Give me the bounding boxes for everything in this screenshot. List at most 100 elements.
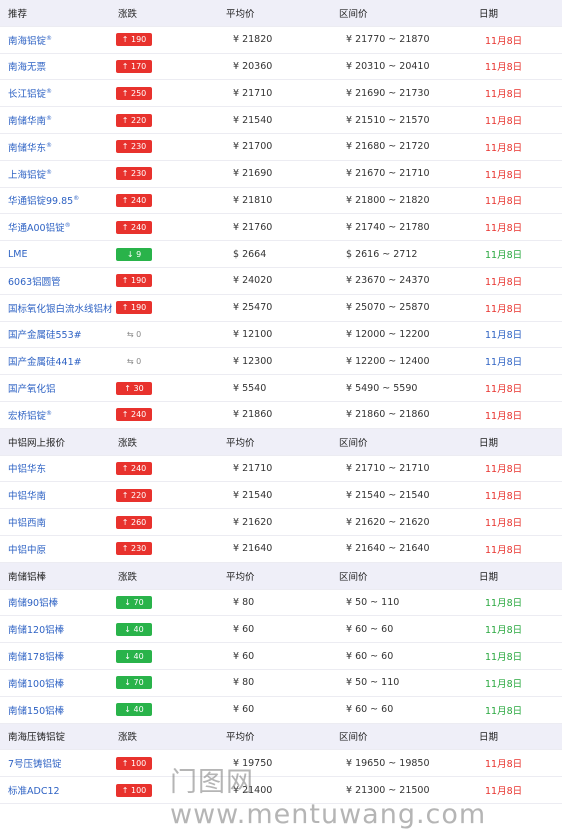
registered-mark: ® — [73, 195, 80, 203]
date-cell: 11月8日 — [485, 491, 523, 503]
avg-price: ¥ 24020 — [233, 275, 273, 287]
table-row[interactable]: 7号压铸铝锭 ↑ 100 ¥ 19750 ¥ 19650 ~ 19850 11月8日 — [0, 750, 562, 778]
product-link[interactable]: 中铝华南 — [8, 491, 46, 502]
price-range: ¥ 50 ~ 110 — [346, 596, 400, 608]
product-link[interactable]: 6063铝圆管 — [8, 277, 61, 288]
avg-price: ¥ 80 — [233, 677, 255, 689]
product-link[interactable]: 国产氧化铝 — [8, 384, 56, 395]
avg-price: ¥ 19750 — [233, 757, 273, 769]
product-link[interactable]: 7号压铸铝锭 — [8, 759, 62, 770]
table-row[interactable]: 宏桥铝锭® ↑ 240 ¥ 21860 ¥ 21860 ~ 21860 11月8日 — [0, 402, 562, 429]
date-cell: 11月8日 — [485, 598, 523, 610]
table-row[interactable]: 国产金属硅553# ⇆ 0 ¥ 12100 ¥ 12000 ~ 12200 11月8日 — [0, 322, 562, 349]
product-link[interactable]: 南储120铝棒 — [8, 625, 64, 636]
product-link[interactable]: 标准ADC12 — [8, 786, 60, 797]
change-badge: ↓ 40 — [116, 703, 152, 717]
date-cell: 11月8日 — [485, 196, 523, 208]
product-link[interactable]: 国标氧化银白流水线铝材 — [8, 304, 112, 315]
header-range: 区间价 — [339, 732, 368, 744]
table-row[interactable]: 中铝华南 ↑ 220 ¥ 21540 ¥ 21540 ~ 21540 11月8日 — [0, 482, 562, 510]
table-row[interactable]: 国产氧化铝 ↑ 30 ¥ 5540 ¥ 5490 ~ 5590 11月8日 — [0, 375, 562, 402]
product-link[interactable]: 上海铝锭 — [8, 170, 46, 181]
price-range: $ 2616 ~ 2712 — [346, 248, 418, 260]
table-row[interactable]: LME ↓ 9 $ 2664 $ 2616 ~ 2712 11月8日 — [0, 241, 562, 268]
product-link[interactable]: 南储华东 — [8, 143, 46, 154]
price-range: ¥ 5490 ~ 5590 — [346, 382, 418, 394]
table-row[interactable]: 长江铝锭® ↑ 250 ¥ 21710 ¥ 21690 ~ 21730 11月8日 — [0, 80, 562, 108]
section-title: 推荐 — [8, 8, 28, 20]
table-row[interactable]: 南储120铝棒 ↓ 40 ¥ 60 ¥ 60 ~ 60 11月8日 — [0, 616, 562, 644]
product-link[interactable]: 中铝华东 — [8, 464, 46, 475]
date-cell: 11月8日 — [485, 464, 523, 476]
table-row[interactable]: 南海无票 ↑ 170 ¥ 20360 ¥ 20310 ~ 20410 11月8日 — [0, 54, 562, 81]
section-header: 中铝网上报价 涨跌 平均价 区间价 日期 — [0, 428, 562, 456]
product-link[interactable]: 华通A00铝锭 — [8, 223, 65, 234]
change-badge: ↑ 240 — [116, 408, 152, 422]
product-link[interactable]: 宏桥铝锭 — [8, 411, 46, 422]
price-range: ¥ 21740 ~ 21780 — [346, 221, 430, 233]
product-link[interactable]: 南储90铝棒 — [8, 598, 58, 609]
header-avg: 平均价 — [226, 732, 255, 744]
table-row[interactable]: 南储90铝棒 ↓ 70 ¥ 80 ¥ 50 ~ 110 11月8日 — [0, 590, 562, 617]
table-row[interactable]: 6063铝圆管 ↑ 190 ¥ 24020 ¥ 23670 ~ 24370 11月8日 — [0, 268, 562, 295]
product-link[interactable]: 国产金属硅441# — [8, 357, 82, 368]
change-badge: ↑ 220 — [116, 488, 152, 502]
table-row[interactable]: 南储100铝棒 ↓ 70 ¥ 80 ¥ 50 ~ 110 11月8日 — [0, 670, 562, 697]
date-cell: 11月8日 — [485, 250, 523, 262]
avg-price: ¥ 21760 — [233, 221, 273, 233]
table-row[interactable]: 中铝中原 ↑ 230 ¥ 21640 ¥ 21640 ~ 21640 11月8日 — [0, 536, 562, 563]
header-range: 区间价 — [339, 437, 368, 449]
table-row[interactable]: 南储178铝棒 ↓ 40 ¥ 60 ¥ 60 ~ 60 11月8日 — [0, 643, 562, 670]
product-link[interactable]: LME — [8, 249, 28, 260]
product-link[interactable]: 中铝西南 — [8, 518, 46, 529]
avg-price: ¥ 21700 — [233, 141, 273, 153]
section-header: 南海压铸铝锭 涨跌 平均价 区间价 日期 — [0, 723, 562, 751]
table-row[interactable]: 中铝西南 ↑ 260 ¥ 21620 ¥ 21620 ~ 21620 11月8日 — [0, 509, 562, 536]
change-badge: ↑ 220 — [116, 113, 152, 127]
table-row[interactable]: 南储华南® ↑ 220 ¥ 21540 ¥ 21510 ~ 21570 11月8日 — [0, 107, 562, 134]
change-badge: ↑ 230 — [116, 542, 152, 556]
product-link[interactable]: 中铝中原 — [8, 545, 46, 556]
change-badge: ↓ 70 — [116, 595, 152, 609]
section-title: 南海压铸铝锭 — [8, 732, 66, 744]
table-row[interactable]: 华通A00铝锭® ↑ 240 ¥ 21760 ¥ 21740 ~ 21780 11月8日 — [0, 214, 562, 242]
product-link[interactable]: 华通铝锭99.85 — [8, 196, 73, 207]
date-cell: 11月8日 — [485, 62, 523, 74]
product-link[interactable]: 南储178铝棒 — [8, 652, 64, 663]
change-badge: ↑ 30 — [116, 381, 152, 395]
header-date: 日期 — [479, 571, 499, 583]
header-avg: 平均价 — [226, 437, 255, 449]
product-link[interactable]: 国产金属硅553# — [8, 330, 82, 341]
table-row[interactable]: 南海铝锭® ↑ 190 ¥ 21820 ¥ 21770 ~ 21870 11月8日 — [0, 27, 562, 54]
date-cell: 11月8日 — [485, 652, 523, 664]
table-row[interactable]: 国产金属硅441# ⇆ 0 ¥ 12300 ¥ 12200 ~ 12400 11月8日 — [0, 348, 562, 376]
product-link[interactable]: 南海铝锭 — [8, 36, 46, 47]
registered-mark: ® — [46, 88, 53, 96]
table-row[interactable]: 中铝华东 ↑ 240 ¥ 21710 ¥ 21710 ~ 21710 11月8日 — [0, 456, 562, 483]
change-badge: ↑ 170 — [116, 59, 152, 73]
price-range: ¥ 21690 ~ 21730 — [346, 87, 430, 99]
price-range: ¥ 21620 ~ 21620 — [346, 516, 430, 528]
price-range: ¥ 12200 ~ 12400 — [346, 355, 430, 367]
product-link[interactable]: 南储150铝棒 — [8, 706, 64, 717]
avg-price: ¥ 60 — [233, 623, 255, 635]
product-link[interactable]: 南储100铝棒 — [8, 679, 64, 690]
registered-mark: ® — [64, 222, 71, 230]
product-link[interactable]: 长江铝锭 — [8, 89, 46, 100]
product-link[interactable]: 南海无票 — [8, 62, 46, 73]
date-cell: 11月8日 — [485, 330, 523, 342]
table-row[interactable]: 华通铝锭99.85® ↑ 240 ¥ 21810 ¥ 21800 ~ 21820 11月… — [0, 188, 562, 215]
date-cell: 11月8日 — [485, 705, 523, 717]
section-header: 推荐 涨跌 平均价 区间价 日期 — [0, 0, 562, 27]
table-row[interactable]: 国标氧化银白流水线铝材 ↑ 190 ¥ 25470 ¥ 25070 ~ 25870 11… — [0, 295, 562, 322]
product-link[interactable]: 南储华南 — [8, 116, 46, 127]
change-badge: ↑ 100 — [116, 783, 152, 797]
avg-price: ¥ 21400 — [233, 784, 273, 796]
table-row[interactable]: 上海铝锭® ↑ 230 ¥ 21690 ¥ 21670 ~ 21710 11月8日 — [0, 161, 562, 188]
table-row[interactable]: 南储150铝棒 ↓ 40 ¥ 60 ¥ 60 ~ 60 11月8日 — [0, 697, 562, 724]
table-row[interactable]: 南储华东® ↑ 230 ¥ 21700 ¥ 21680 ~ 21720 11月8日 — [0, 134, 562, 161]
date-cell: 11月8日 — [485, 625, 523, 637]
change-badge: ↓ 40 — [116, 649, 152, 663]
price-range: ¥ 60 ~ 60 — [346, 650, 394, 662]
date-cell: 11月8日 — [485, 384, 523, 396]
